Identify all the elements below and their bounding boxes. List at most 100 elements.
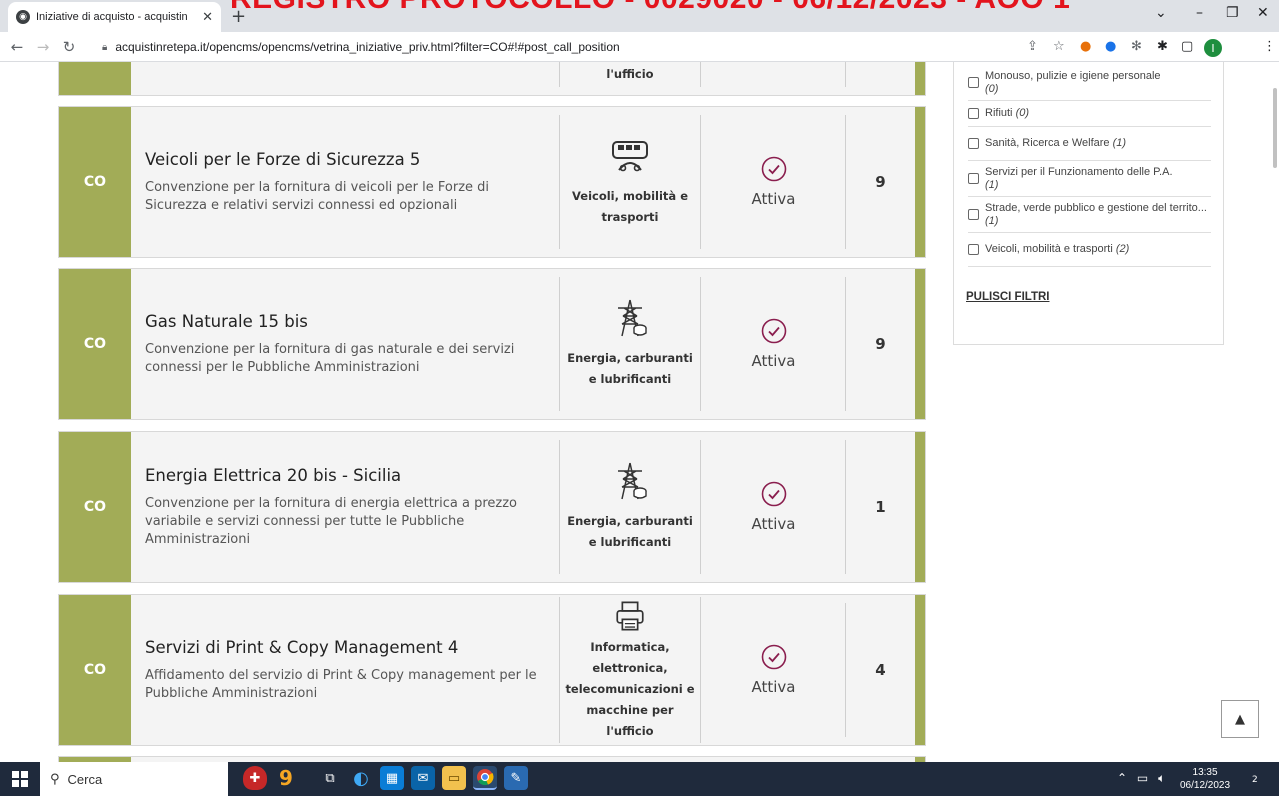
- window-close-icon[interactable]: ✕: [1257, 5, 1269, 21]
- taskbar-search[interactable]: ⚲ Cerca: [40, 762, 228, 796]
- mail-icon[interactable]: ✉: [411, 766, 435, 790]
- share-icon[interactable]: ⇪: [1027, 39, 1038, 54]
- initiative-type-badge: CO: [59, 107, 131, 257]
- filter-checkbox[interactable]: [968, 244, 979, 255]
- store-icon[interactable]: ▦: [380, 766, 404, 790]
- lock-icon: 🔒︎: [102, 41, 108, 53]
- clear-filters-link[interactable]: PULISCI FILTRI: [966, 291, 1049, 303]
- address-bar[interactable]: 🔒︎ acquistinretepa.it/opencms/opencms/ve…: [102, 35, 620, 59]
- browser-menu-icon[interactable]: ⋮: [1263, 39, 1276, 54]
- reload-icon[interactable]: ↻: [58, 38, 80, 56]
- taskbar-app-nine-icon[interactable]: 9: [274, 766, 298, 790]
- power-pylon-icon: [618, 462, 647, 500]
- address-url: acquistinretepa.it/opencms/opencms/vetri…: [115, 40, 620, 54]
- initiative-description: Convenzione per la fornitura di energia …: [145, 495, 517, 547]
- taskbar-search-label: Cerca: [67, 771, 103, 787]
- back-arrow-icon[interactable]: ←: [6, 38, 28, 56]
- initiative-title[interactable]: Servizi di Print & Copy Management 4: [145, 638, 553, 657]
- initiative-card[interactable]: CO Gas Naturale 15 bis Convenzione per l…: [58, 268, 926, 420]
- tab-close-icon[interactable]: ✕: [202, 10, 213, 25]
- filter-count: (1): [985, 178, 999, 191]
- status-label: Attiva: [751, 190, 796, 208]
- tab-search-chevron-icon[interactable]: ⌄: [1155, 5, 1167, 21]
- forward-arrow-icon[interactable]: →: [32, 38, 54, 56]
- browser-tab-bar: REGISTRO PROTOCOLLO - 0029020 - 06/12/20…: [0, 0, 1279, 32]
- maximize-icon[interactable]: ❐: [1226, 5, 1239, 21]
- category-cell: Energia, carburanti e lubrificanti: [559, 277, 701, 411]
- status-cell: Attiva: [702, 595, 845, 745]
- initiative-title[interactable]: Gas Naturale 15 bis: [145, 312, 553, 331]
- task-view-icon[interactable]: ⧉: [318, 766, 342, 790]
- windows-taskbar: ⚲ Cerca: [0, 762, 1279, 796]
- notification-count-badge: 2: [1252, 775, 1258, 785]
- filter-option[interactable]: Monouso, pulizie e igiene personale (0): [968, 65, 1211, 101]
- initiative-type-badge: CO: [59, 432, 131, 582]
- filter-checkbox[interactable]: [968, 209, 979, 220]
- extensions-puzzle-icon[interactable]: ✱: [1157, 39, 1168, 54]
- filter-checkbox[interactable]: [968, 173, 979, 184]
- initiative-description: Affidamento del servizio di Print & Copy…: [145, 667, 537, 701]
- scroll-to-top-button[interactable]: ▲: [1221, 700, 1259, 738]
- taskbar-clock[interactable]: 13:35 06/12/2023: [1180, 766, 1230, 792]
- filter-option[interactable]: Strade, verde pubblico e gestione del te…: [968, 197, 1211, 233]
- network-icon[interactable]: ▭: [1137, 771, 1148, 785]
- card-accent-stripe: [915, 62, 925, 95]
- bus-icon: [612, 141, 648, 172]
- extension-puzzle-alt-icon[interactable]: ✻: [1131, 39, 1142, 54]
- initiative-title[interactable]: Veicoli per le Forze di Sicurezza 5: [145, 150, 553, 169]
- filter-option[interactable]: Servizi per il Funzionamento delle P.A.(…: [968, 161, 1211, 197]
- initiative-card[interactable]: CO Energia Elettrica 20 bis - Sicilia Co…: [58, 431, 926, 583]
- category-filter-panel: Monouso, pulizie e igiene personale (0) R…: [953, 62, 1224, 345]
- taskbar-app-mitre-icon[interactable]: ✚: [243, 766, 267, 790]
- chrome-browser-icon[interactable]: [473, 766, 497, 790]
- clock-time: 13:35: [1192, 767, 1218, 778]
- profile-avatar[interactable]: I: [1204, 39, 1222, 57]
- filter-option[interactable]: Veicoli, mobilità e trasporti (2): [968, 233, 1211, 267]
- chrome-logo-icon: [477, 769, 494, 786]
- extension-orange-icon[interactable]: ●: [1080, 39, 1091, 54]
- minimize-icon[interactable]: –: [1196, 5, 1203, 21]
- count-cell: [845, 62, 915, 87]
- file-explorer-icon[interactable]: ▭: [442, 766, 466, 790]
- card-accent-stripe: [915, 107, 925, 257]
- bookmark-star-icon[interactable]: ☆: [1053, 39, 1065, 54]
- count-cell: 9: [845, 115, 915, 249]
- tray-chevron-icon[interactable]: ⌃: [1117, 771, 1127, 785]
- browser-tab[interactable]: ◉ Iniziative di acquisto - acquistin ✕: [8, 2, 221, 32]
- filter-option[interactable]: Sanità, Ricerca e Welfare (1): [968, 127, 1211, 161]
- filter-checkbox[interactable]: [968, 108, 979, 119]
- initiative-type-badge: CO: [59, 595, 131, 745]
- category-label: Informatica, elettronica, telecomunicazi…: [565, 639, 695, 738]
- initiative-card[interactable]: CO Servizi di Print & Copy Management 4 …: [58, 594, 926, 746]
- filter-checkbox[interactable]: [968, 138, 979, 149]
- system-tray[interactable]: ⌃ ▭ 🔈︎: [1117, 771, 1165, 786]
- check-circle-icon: [761, 644, 786, 670]
- new-tab-icon[interactable]: +: [231, 6, 246, 27]
- initiative-title[interactable]: Energia Elettrica 20 bis - Sicilia: [145, 466, 553, 485]
- initiative-info: Gas Naturale 15 bis Convenzione per la f…: [145, 269, 553, 419]
- printer-icon: [616, 601, 644, 630]
- filter-label: Strade, verde pubblico e gestione del te…: [985, 201, 1207, 214]
- initiative-card[interactable]: CO Veicoli per le Forze di Sicurezza 5 C…: [58, 106, 926, 258]
- filter-option[interactable]: Rifiuti (0): [968, 101, 1211, 127]
- side-panel-icon[interactable]: ▢: [1181, 39, 1193, 54]
- filter-label: Rifiuti: [985, 107, 1013, 119]
- browser-toolbar: ← → ↻ 🔒︎ acquistinretepa.it/opencms/open…: [0, 32, 1279, 62]
- initiative-info: Veicoli per le Forze di Sicurezza 5 Conv…: [145, 107, 553, 257]
- filter-label: Veicoli, mobilità e trasporti: [985, 243, 1113, 255]
- notification-center-icon[interactable]: 2: [1252, 770, 1258, 786]
- power-pylon-icon: [618, 299, 647, 337]
- category-cell: Veicoli, mobilità e trasporti: [559, 115, 701, 249]
- extension-blue-icon[interactable]: ●: [1105, 39, 1116, 54]
- start-button[interactable]: [0, 762, 40, 796]
- edge-browser-icon[interactable]: ◐: [349, 766, 373, 790]
- volume-icon[interactable]: 🔈︎: [1158, 771, 1165, 785]
- protocol-stamp-overlay: REGISTRO PROTOCOLLO - 0029020 - 06/12/20…: [230, 0, 1070, 16]
- category-label: Energia, carburanti e lubrificanti: [567, 514, 693, 549]
- filter-checkbox[interactable]: [968, 77, 979, 88]
- site-favicon-icon: ◉: [16, 10, 30, 24]
- initiative-info: Servizi di Print & Copy Management 4 Aff…: [145, 595, 553, 745]
- initiative-card-partial[interactable]: macchine per l'ufficio: [58, 62, 926, 96]
- editor-app-icon[interactable]: ✎: [504, 766, 528, 790]
- page-scrollbar-thumb[interactable]: [1273, 88, 1277, 168]
